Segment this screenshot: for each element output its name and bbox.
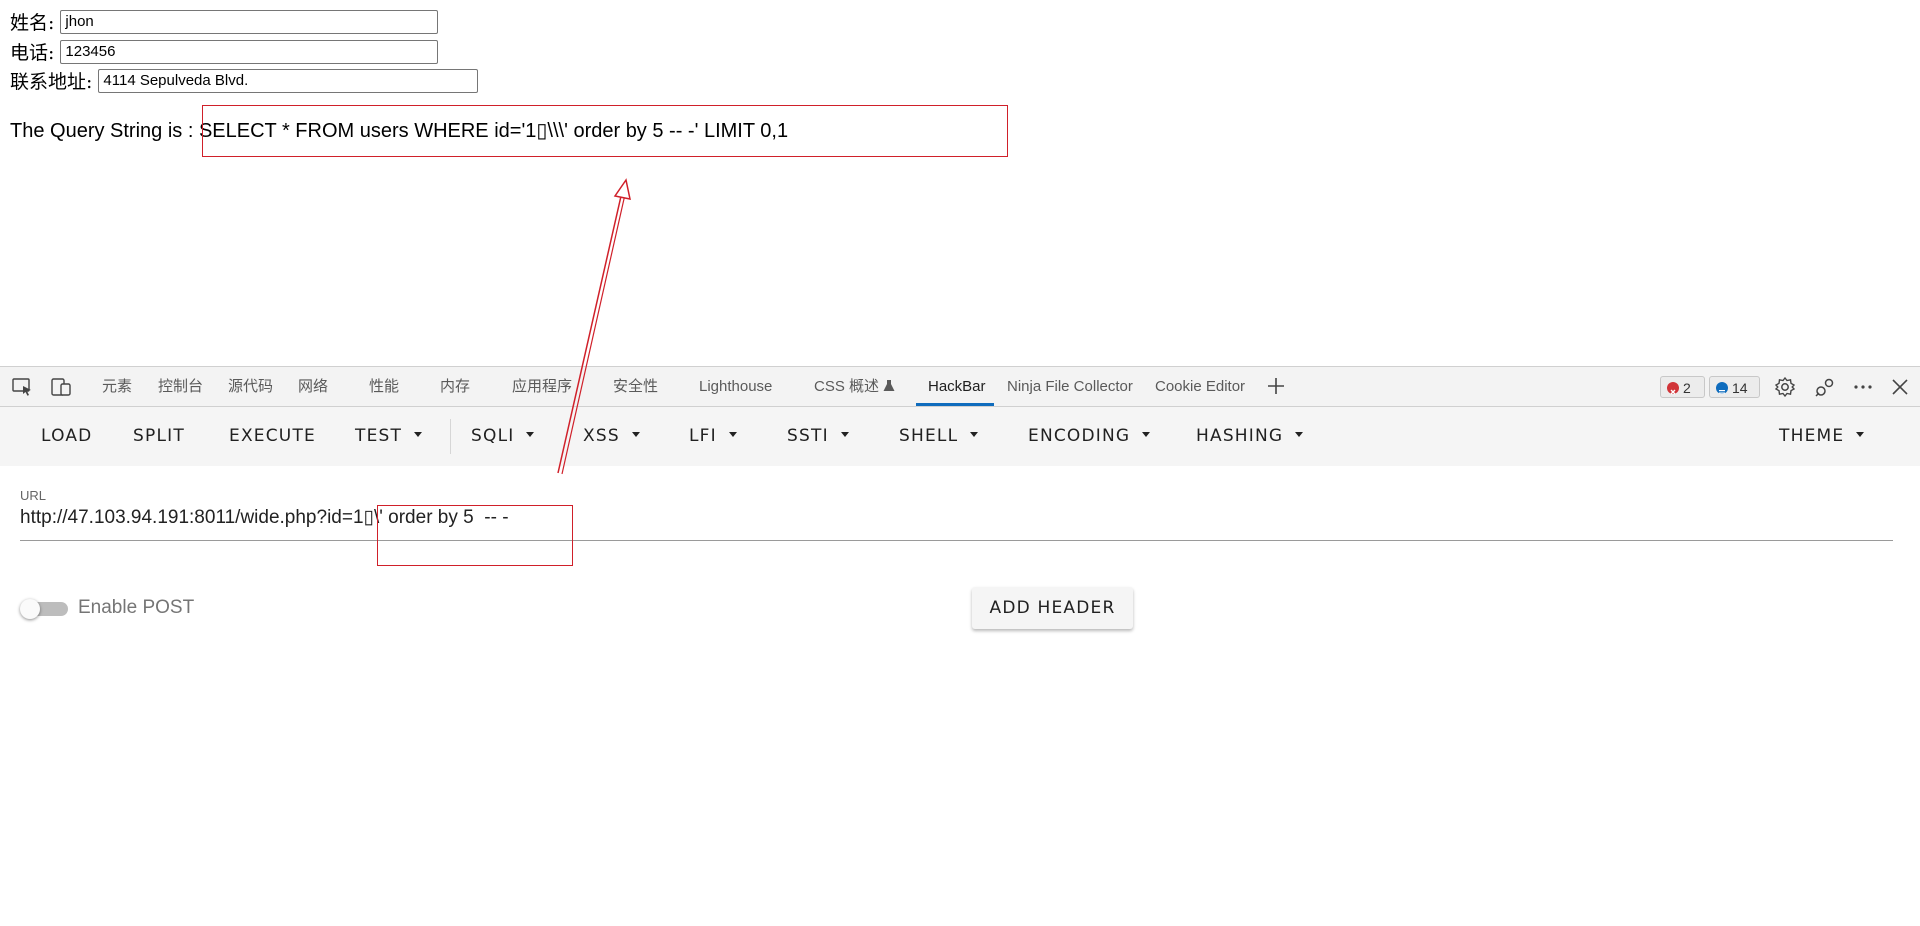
theme-menu-button[interactable]: THEME [1779, 407, 1865, 466]
settings-gear-icon[interactable] [1774, 376, 1796, 398]
encoding-menu-button[interactable]: ENCODING [1028, 407, 1151, 466]
caret-down-icon [840, 431, 849, 437]
test-menu-button[interactable]: TEST [355, 407, 423, 466]
error-count-badge[interactable]: 2 [1660, 376, 1705, 398]
tab-hackbar[interactable]: HackBar [928, 367, 986, 406]
phone-input[interactable] [60, 39, 439, 64]
toolbar-divider [450, 419, 451, 454]
close-devtools-icon[interactable] [1890, 377, 1910, 397]
name-label: 姓名: [10, 12, 55, 34]
tab-memory[interactable]: 内存 [440, 367, 470, 406]
tab-ninja-file-collector[interactable]: Ninja File Collector [1007, 367, 1133, 406]
xss-label: XSS [583, 426, 620, 446]
customize-icon[interactable] [1814, 376, 1836, 398]
tab-css-overview-label: CSS 概述 [814, 378, 880, 395]
tab-application[interactable]: 应用程序 [512, 367, 572, 406]
tab-sources[interactable]: 源代码 [228, 367, 273, 406]
tab-security[interactable]: 安全性 [613, 367, 658, 406]
add-header-button[interactable]: ADD HEADER [972, 587, 1133, 629]
url-input-underline [20, 540, 1893, 541]
add-tab-icon[interactable] [1266, 376, 1286, 396]
inspect-icon[interactable] [12, 377, 34, 397]
tab-console[interactable]: 控制台 [158, 367, 203, 406]
ssti-label: SSTI [787, 426, 829, 446]
device-toggle-icon[interactable] [50, 377, 72, 397]
split-button[interactable]: SPLIT [133, 407, 185, 466]
execute-label: EXECUTE [229, 426, 316, 446]
message-count-badge[interactable]: 14 [1709, 376, 1760, 398]
sqli-menu-button[interactable]: SQLI [471, 407, 535, 466]
lfi-menu-button[interactable]: LFI [689, 407, 737, 466]
phone-row: 电话: [10, 38, 439, 65]
execute-button[interactable]: EXECUTE [229, 407, 316, 466]
enable-post-label: Enable POST [78, 597, 195, 618]
ssti-menu-button[interactable]: SSTI [787, 407, 849, 466]
sql-highlight-box [202, 105, 1008, 157]
tab-cookie-editor[interactable]: Cookie Editor [1155, 367, 1245, 406]
error-icon [1667, 382, 1679, 395]
address-input[interactable] [98, 68, 479, 93]
encoding-label: ENCODING [1028, 426, 1131, 446]
hackbar-toolbar: LOAD SPLIT EXECUTE TEST SQLI XSS LFI SST… [0, 407, 1920, 466]
hashing-label: HASHING [1196, 426, 1284, 446]
more-options-icon[interactable] [1852, 376, 1874, 398]
caret-down-icon [631, 431, 640, 437]
tab-performance[interactable]: 性能 [369, 367, 399, 406]
error-count: 2 [1683, 380, 1691, 396]
message-icon [1716, 382, 1728, 394]
caret-down-icon [728, 431, 737, 437]
name-input[interactable] [60, 9, 439, 34]
caret-down-icon [1142, 431, 1151, 437]
active-tab-indicator [916, 403, 994, 406]
address-label: 联系地址: [10, 71, 93, 93]
flask-icon [883, 380, 895, 391]
test-label: TEST [355, 426, 403, 446]
tab-elements[interactable]: 元素 [102, 367, 132, 406]
tab-network[interactable]: 网络 [298, 367, 328, 406]
url-highlight-box [377, 505, 573, 566]
hashing-menu-button[interactable]: HASHING [1196, 407, 1304, 466]
split-label: SPLIT [133, 426, 185, 446]
theme-label: THEME [1779, 426, 1845, 446]
enable-post-toggle[interactable] [20, 599, 68, 619]
caret-down-icon [1295, 431, 1304, 437]
shell-menu-button[interactable]: SHELL [899, 407, 979, 466]
address-row: 联系地址: [10, 67, 479, 94]
devtools-tabbar: 元素 控制台 源代码 网络 性能 内存 应用程序 安全性 Lighthouse … [0, 366, 1920, 407]
caret-down-icon [526, 431, 535, 437]
load-button[interactable]: LOAD [41, 407, 92, 466]
shell-label: SHELL [899, 426, 959, 446]
caret-down-icon [414, 431, 423, 437]
tab-css-overview[interactable]: CSS 概述 [814, 367, 895, 406]
query-prefix: The Query String is : [10, 120, 199, 142]
toggle-knob [20, 599, 40, 619]
xss-menu-button[interactable]: XSS [583, 407, 640, 466]
url-label: URL [20, 488, 47, 503]
tab-lighthouse[interactable]: Lighthouse [699, 367, 772, 406]
phone-label: 电话: [10, 42, 55, 64]
lfi-label: LFI [689, 426, 717, 446]
message-count: 14 [1732, 380, 1748, 396]
sqli-label: SQLI [471, 426, 515, 446]
caret-down-icon [970, 431, 979, 437]
caret-down-icon [1856, 431, 1865, 437]
load-label: LOAD [41, 426, 93, 446]
name-row: 姓名: [10, 8, 439, 35]
